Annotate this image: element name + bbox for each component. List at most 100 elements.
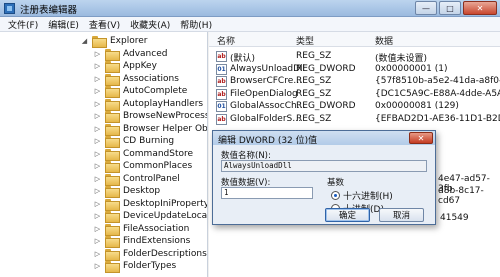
- value-data: 0x00000001 (1): [375, 63, 448, 74]
- tree-item[interactable]: ▷ Desktop: [93, 185, 160, 198]
- tree-item[interactable]: ▷ DesktopIniPropertyM: [93, 197, 207, 211]
- regedit-app-icon: [4, 3, 15, 14]
- expand-icon[interactable]: ▷: [93, 124, 102, 133]
- tree-item[interactable]: ▷ FindExtensions: [93, 235, 190, 248]
- maximize-button[interactable]: □: [439, 1, 461, 15]
- expand-icon[interactable]: ▷: [93, 49, 102, 58]
- string-value-icon: ab: [216, 76, 227, 87]
- value-type: REG_SZ: [296, 113, 332, 124]
- tree-item-label: FindExtensions: [123, 236, 191, 246]
- tree-item[interactable]: ▷ DeviceUpdateLocatio: [93, 210, 207, 223]
- expand-icon[interactable]: ▷: [93, 62, 102, 71]
- tree-item[interactable]: ▷ AutoplayHandlers: [93, 97, 204, 111]
- tree-item-label: ControlPanel: [123, 173, 180, 184]
- window-controls: — □ ✕: [415, 1, 497, 15]
- value-data: 0x00000081 (129): [375, 101, 459, 111]
- value-data-partial: 41549: [440, 213, 469, 223]
- expand-icon[interactable]: ▷: [93, 224, 102, 233]
- value-row[interactable]: 01 GlobalAssocCh… REG_DWORD 0x00000081 (129…: [209, 100, 500, 113]
- tree-item-label: CommonPlaces: [123, 161, 193, 171]
- value-name: AlwaysUnloadDll: [230, 63, 306, 74]
- value-row[interactable]: ab BrowserCFCre… REG_SZ {57f8510b-a5e2-41da…: [209, 75, 500, 88]
- expand-icon[interactable]: ▷: [93, 187, 102, 196]
- folder-icon: [105, 261, 120, 273]
- tree-item-label: Associations: [123, 73, 179, 84]
- tree-item[interactable]: ▷ CommonPlaces: [93, 160, 192, 173]
- expand-icon[interactable]: ▷: [93, 87, 102, 96]
- tree-item[interactable]: ▷ Advanced: [93, 47, 168, 61]
- expand-icon[interactable]: ▷: [93, 212, 102, 221]
- column-type[interactable]: 类型: [296, 34, 314, 47]
- value-data: {DC1C5A9C-E88A-4dde-A5A1-6: [375, 88, 500, 99]
- value-type: REG_DWORD: [296, 63, 356, 74]
- value-name: GlobalFolderS…: [230, 113, 302, 124]
- tree-item-explorer[interactable]: ◢ Explorer: [80, 34, 148, 48]
- tree-item[interactable]: ▷ BrowseNewProcess: [93, 110, 207, 123]
- tree-item-label: Desktop: [123, 186, 161, 196]
- value-name-field[interactable]: AlwaysUnloadDll: [221, 160, 427, 172]
- tree-item[interactable]: ▷ FileAssociation: [93, 222, 189, 236]
- expand-icon[interactable]: ▷: [93, 174, 102, 183]
- value-data-input[interactable]: 1: [221, 187, 313, 199]
- tree-item[interactable]: ▷ AppKey: [93, 60, 157, 73]
- menu-edit[interactable]: 编辑(E): [43, 18, 84, 31]
- expand-icon[interactable]: ▷: [93, 149, 102, 158]
- menu-file[interactable]: 文件(F): [3, 18, 43, 31]
- column-data[interactable]: 数据: [375, 34, 393, 47]
- value-type: REG_DWORD: [296, 101, 356, 111]
- menu-view[interactable]: 查看(V): [84, 18, 125, 31]
- tree-item-label: Explorer: [110, 35, 148, 46]
- radio-checked-icon[interactable]: [331, 191, 340, 200]
- tree-item[interactable]: ▷ CD Burning: [93, 135, 174, 148]
- value-type: REG_SZ: [296, 51, 332, 61]
- expand-icon[interactable]: ▷: [93, 262, 102, 271]
- value-row[interactable]: ab GlobalFolderS… REG_SZ {EFBAD2D1-AE36-11D…: [209, 113, 500, 126]
- folder-icon: [105, 148, 120, 161]
- dialog-close-button[interactable]: ✕: [409, 132, 433, 144]
- expand-icon[interactable]: ▷: [93, 74, 102, 83]
- folder-icon: [105, 136, 120, 148]
- folder-icon: [105, 186, 120, 198]
- tree-item[interactable]: ▷ AutoComplete: [93, 85, 187, 98]
- title-bar: 注册表编辑器 — □ ✕: [0, 0, 500, 17]
- expand-icon[interactable]: ▷: [93, 249, 102, 258]
- collapse-icon[interactable]: ◢: [80, 36, 89, 45]
- menu-help[interactable]: 帮助(H): [175, 18, 217, 31]
- window-title: 注册表编辑器: [20, 5, 78, 16]
- expand-icon[interactable]: ▷: [93, 99, 102, 108]
- expand-icon[interactable]: ▷: [93, 137, 102, 146]
- registry-key-tree[interactable]: ◢ Explorer ▷ Advanced ▷ AppKey ▷ Associations…: [0, 32, 208, 277]
- tree-item-label: Advanced: [123, 48, 168, 59]
- tree-item[interactable]: ▷ FolderDescriptions: [93, 247, 207, 261]
- value-row[interactable]: ab (默认) REG_SZ (数值未设置): [209, 50, 500, 64]
- column-name[interactable]: 名称: [217, 34, 235, 47]
- expand-icon[interactable]: ▷: [93, 112, 102, 121]
- minimize-button[interactable]: —: [415, 1, 437, 15]
- menu-favorites[interactable]: 收藏夹(A): [125, 18, 175, 31]
- folder-icon: [105, 123, 120, 136]
- dialog-title-bar: 编辑 DWORD (32 位)值 ✕: [213, 131, 435, 146]
- value-row[interactable]: ab FileOpenDialog REG_SZ {DC1C5A9C-E88A-4dd…: [209, 88, 500, 101]
- folder-icon: [105, 61, 120, 73]
- tree-item-label: CommandStore: [123, 148, 194, 159]
- ok-button[interactable]: 确定: [325, 208, 370, 222]
- close-button[interactable]: ✕: [463, 1, 497, 15]
- tree-item[interactable]: ▷ Browser Helper Obje: [93, 122, 207, 136]
- tree-item[interactable]: ▷ ControlPanel: [93, 172, 180, 186]
- expand-icon[interactable]: ▷: [93, 237, 102, 246]
- value-name: FileOpenDialog: [230, 88, 298, 99]
- tree-item-label: AutoplayHandlers: [123, 98, 204, 109]
- folder-icon: [105, 86, 120, 98]
- values-column-header: 名称 类型 数据: [209, 32, 500, 47]
- expand-icon[interactable]: ▷: [93, 162, 102, 171]
- radio-hex[interactable]: 十六进制(H): [331, 189, 393, 202]
- tree-item[interactable]: ▷ FolderTypes: [93, 260, 176, 273]
- folder-icon: [105, 48, 120, 61]
- cancel-button[interactable]: 取消: [379, 208, 424, 222]
- value-row[interactable]: 01 AlwaysUnloadDll REG_DWORD 0x00000001 (1): [209, 63, 500, 76]
- expand-icon[interactable]: ▷: [93, 199, 102, 208]
- binary-value-icon: 01: [216, 63, 227, 75]
- string-value-icon: ab: [216, 88, 227, 100]
- tree-item[interactable]: ▷ CommandStore: [93, 147, 194, 161]
- tree-item[interactable]: ▷ Associations: [93, 72, 179, 86]
